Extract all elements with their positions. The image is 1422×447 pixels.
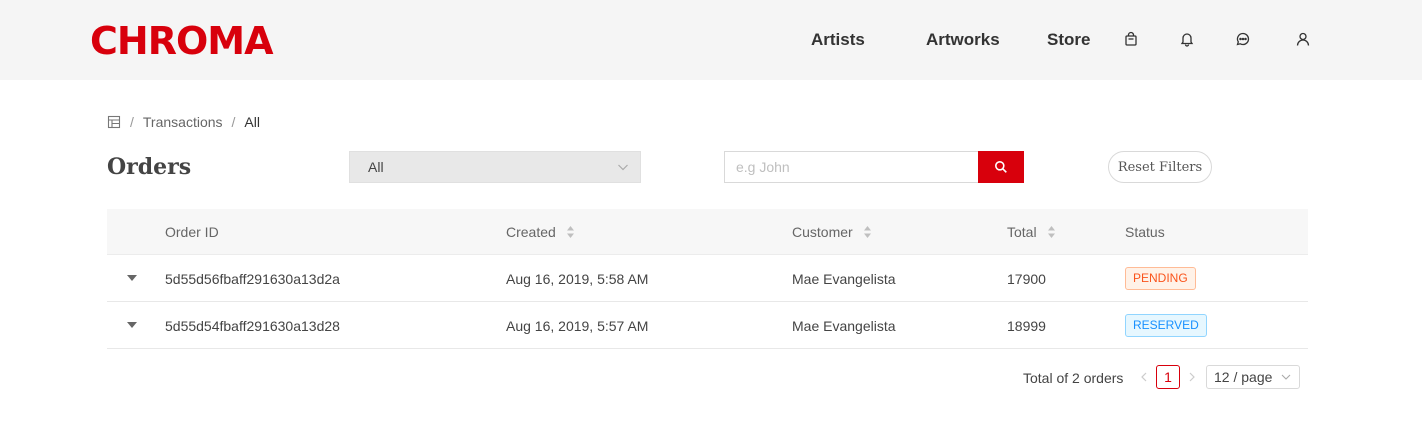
search-input[interactable] — [724, 151, 979, 183]
page-title: Orders — [107, 154, 192, 180]
search-icon — [994, 160, 1008, 174]
reset-filters-button[interactable]: Reset Filters — [1108, 151, 1212, 183]
sort-icon[interactable] — [1047, 225, 1056, 239]
user-icon[interactable] — [1295, 31, 1311, 47]
pagination-total: Total of 2 orders — [1023, 370, 1124, 386]
page-item-1[interactable]: 1 — [1156, 365, 1180, 389]
order-id-cell: 5d55d56fbaff291630a13d2a — [165, 271, 340, 287]
column-header-created[interactable]: Created — [506, 223, 575, 241]
column-header-total[interactable]: Total — [1007, 223, 1056, 241]
bell-icon[interactable] — [1179, 31, 1195, 47]
search-button[interactable] — [978, 151, 1024, 183]
chevron-down-icon — [1280, 371, 1292, 383]
breadcrumb: / Transactions / All — [107, 113, 260, 131]
customer-cell: Mae Evangelista — [792, 271, 896, 287]
sort-icon[interactable] — [566, 225, 575, 239]
orders-table: Order ID Created Customer Total Status 5… — [107, 209, 1308, 349]
pagination: Total of 2 orders 1 12 / page — [0, 364, 1422, 390]
expand-row-icon[interactable] — [126, 320, 138, 330]
breadcrumb-separator: / — [130, 114, 134, 130]
created-cell: Aug 16, 2019, 5:58 AM — [506, 271, 649, 287]
top-navigation-bar: CHROMA Artists Artworks Store — [0, 0, 1422, 80]
nav-link-store[interactable]: Store — [1047, 30, 1090, 50]
total-cell: 17900 — [1007, 271, 1046, 287]
column-header-customer[interactable]: Customer — [792, 223, 872, 241]
status-badge: RESERVED — [1125, 314, 1207, 337]
table-row: 5d55d54fbaff291630a13d28 Aug 16, 2019, 5… — [107, 302, 1308, 349]
status-filter-select[interactable]: All — [349, 151, 641, 183]
chevron-right-icon[interactable] — [1186, 370, 1198, 384]
shopping-bag-icon[interactable] — [1123, 31, 1139, 47]
sort-icon[interactable] — [863, 225, 872, 239]
shop-icon[interactable] — [107, 115, 121, 129]
page-size-select[interactable]: 12 / page — [1206, 365, 1300, 389]
nav-link-artists[interactable]: Artists — [811, 30, 865, 50]
created-cell: Aug 16, 2019, 5:57 AM — [506, 318, 649, 334]
customer-cell: Mae Evangelista — [792, 318, 896, 334]
order-id-cell: 5d55d54fbaff291630a13d28 — [165, 318, 340, 334]
column-header-status: Status — [1125, 224, 1165, 240]
nav-link-artworks[interactable]: Artworks — [926, 30, 1000, 50]
breadcrumb-separator: / — [231, 114, 236, 130]
table-row: 5d55d56fbaff291630a13d2a Aug 16, 2019, 5… — [107, 255, 1308, 302]
breadcrumb-item-all: All — [244, 114, 260, 130]
total-cell: 18999 — [1007, 318, 1046, 334]
brand-logo[interactable]: CHROMA — [90, 20, 273, 62]
status-filter-value: All — [368, 159, 384, 175]
breadcrumb-item-transactions[interactable]: Transactions — [143, 114, 223, 130]
expand-row-icon[interactable] — [126, 273, 138, 283]
message-icon[interactable] — [1235, 31, 1251, 47]
status-badge: PENDING — [1125, 267, 1196, 290]
chevron-down-icon — [616, 160, 630, 174]
column-header-order-id: Order ID — [165, 224, 219, 240]
table-header: Order ID Created Customer Total Status — [107, 209, 1308, 255]
page-size-value: 12 / page — [1214, 369, 1273, 385]
chevron-left-icon[interactable] — [1138, 370, 1150, 384]
